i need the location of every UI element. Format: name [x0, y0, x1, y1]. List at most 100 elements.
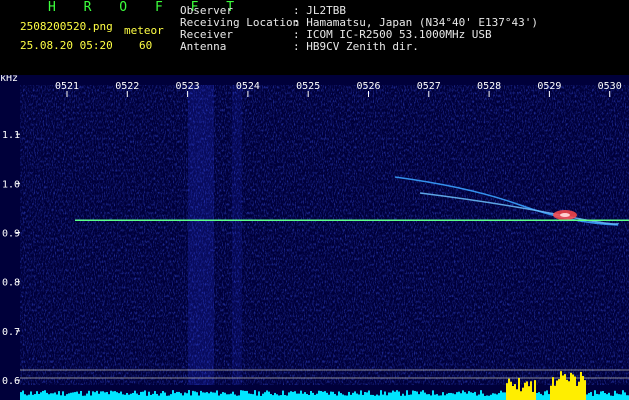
- level-bar: [94, 392, 96, 400]
- y-tick-label: 0.9: [2, 229, 20, 240]
- level-bar: [346, 395, 348, 400]
- antenna-label: Antenna: [180, 40, 227, 53]
- level-bar: [624, 392, 626, 400]
- level-bar: [466, 393, 468, 400]
- level-bar: [552, 377, 554, 400]
- level-bar: [56, 394, 58, 400]
- level-bar: [476, 395, 478, 400]
- level-bar: [154, 391, 156, 400]
- level-bar: [122, 394, 124, 400]
- level-bar: [526, 381, 528, 400]
- level-bar: [332, 391, 334, 400]
- level-bar: [400, 395, 402, 400]
- level-bar: [232, 391, 234, 400]
- level-bar: [326, 392, 328, 400]
- level-bar: [314, 394, 316, 400]
- level-bar: [536, 392, 538, 400]
- level-bar: [544, 391, 546, 400]
- level-bar: [294, 391, 296, 400]
- level-bar: [298, 393, 300, 400]
- level-bar: [278, 395, 280, 400]
- level-bar: [110, 390, 112, 400]
- level-bar: [220, 393, 222, 400]
- mode-label: meteor: [124, 24, 164, 37]
- level-bar: [356, 393, 358, 400]
- y-axis-label: kHz: [0, 75, 18, 84]
- level-bar: [132, 392, 134, 400]
- level-bar: [180, 393, 182, 400]
- x-tick-label: 0528: [477, 81, 501, 92]
- level-bar: [440, 395, 442, 400]
- spectrogram-plot: kHz 1.1 1.0 0.9 0.8 0.7 0.6 0521 0522 0523 0524 0…: [0, 75, 629, 400]
- level-bar: [42, 390, 44, 400]
- level-bar: [112, 391, 114, 400]
- level-bar: [242, 390, 244, 400]
- y-tick-label: 0.8: [2, 278, 20, 289]
- level-bar: [100, 391, 102, 400]
- level-bar: [250, 393, 252, 400]
- level-bar: [566, 379, 568, 400]
- level-bar: [66, 394, 68, 400]
- level-bar: [146, 395, 148, 400]
- file-name: 2508200520.png: [20, 20, 113, 33]
- level-bar: [616, 393, 618, 400]
- level-bar: [288, 392, 290, 400]
- level-bar: [594, 390, 596, 400]
- level-bar: [118, 393, 120, 400]
- level-bar: [92, 391, 94, 400]
- level-bar: [200, 390, 202, 400]
- level-bar: [520, 391, 522, 400]
- level-bar: [482, 393, 484, 400]
- level-bar: [138, 394, 140, 400]
- level-bar: [254, 390, 256, 400]
- level-bar: [386, 395, 388, 400]
- level-bar: [136, 393, 138, 400]
- level-bar: [352, 392, 354, 400]
- level-bar: [350, 394, 352, 400]
- level-bar: [22, 390, 24, 400]
- level-bar: [464, 392, 466, 400]
- level-bar: [600, 391, 602, 400]
- level-bar: [224, 392, 226, 400]
- header-panel: H R O F F T 2508200520.png 25.08.20 05:2…: [0, 0, 629, 75]
- level-bar: [414, 390, 416, 400]
- level-bar: [550, 385, 552, 400]
- level-bar: [372, 394, 374, 400]
- level-bar: [124, 394, 126, 400]
- level-bar: [28, 394, 30, 400]
- level-bar: [300, 390, 302, 400]
- level-bar: [438, 395, 440, 400]
- level-bar: [282, 390, 284, 400]
- level-bar: [320, 391, 322, 400]
- level-bar: [38, 393, 40, 400]
- level-bar: [570, 372, 572, 400]
- level-bar: [412, 390, 414, 400]
- level-bar: [368, 390, 370, 400]
- level-bar: [480, 390, 482, 400]
- level-bar: [590, 392, 592, 400]
- level-bar: [306, 393, 308, 400]
- level-bar: [268, 391, 270, 400]
- level-bar: [496, 394, 498, 400]
- level-bar: [486, 395, 488, 400]
- level-bar: [602, 391, 604, 400]
- level-bar: [90, 395, 92, 400]
- level-bar: [460, 393, 462, 400]
- level-bar: [580, 371, 582, 400]
- level-bar: [20, 392, 22, 400]
- level-bar: [478, 394, 480, 400]
- level-bar: [454, 394, 456, 400]
- level-bar: [158, 395, 160, 400]
- level-bar: [468, 391, 470, 400]
- level-bar: [574, 376, 576, 400]
- level-bar: [428, 394, 430, 400]
- level-bar: [564, 374, 566, 400]
- level-bar: [560, 371, 562, 400]
- level-bar: [504, 392, 506, 400]
- level-bar: [102, 391, 104, 400]
- level-bar: [70, 392, 72, 400]
- level-bar: [126, 392, 128, 400]
- level-bar: [518, 378, 520, 400]
- level-bar: [176, 391, 178, 400]
- level-bar: [424, 392, 426, 400]
